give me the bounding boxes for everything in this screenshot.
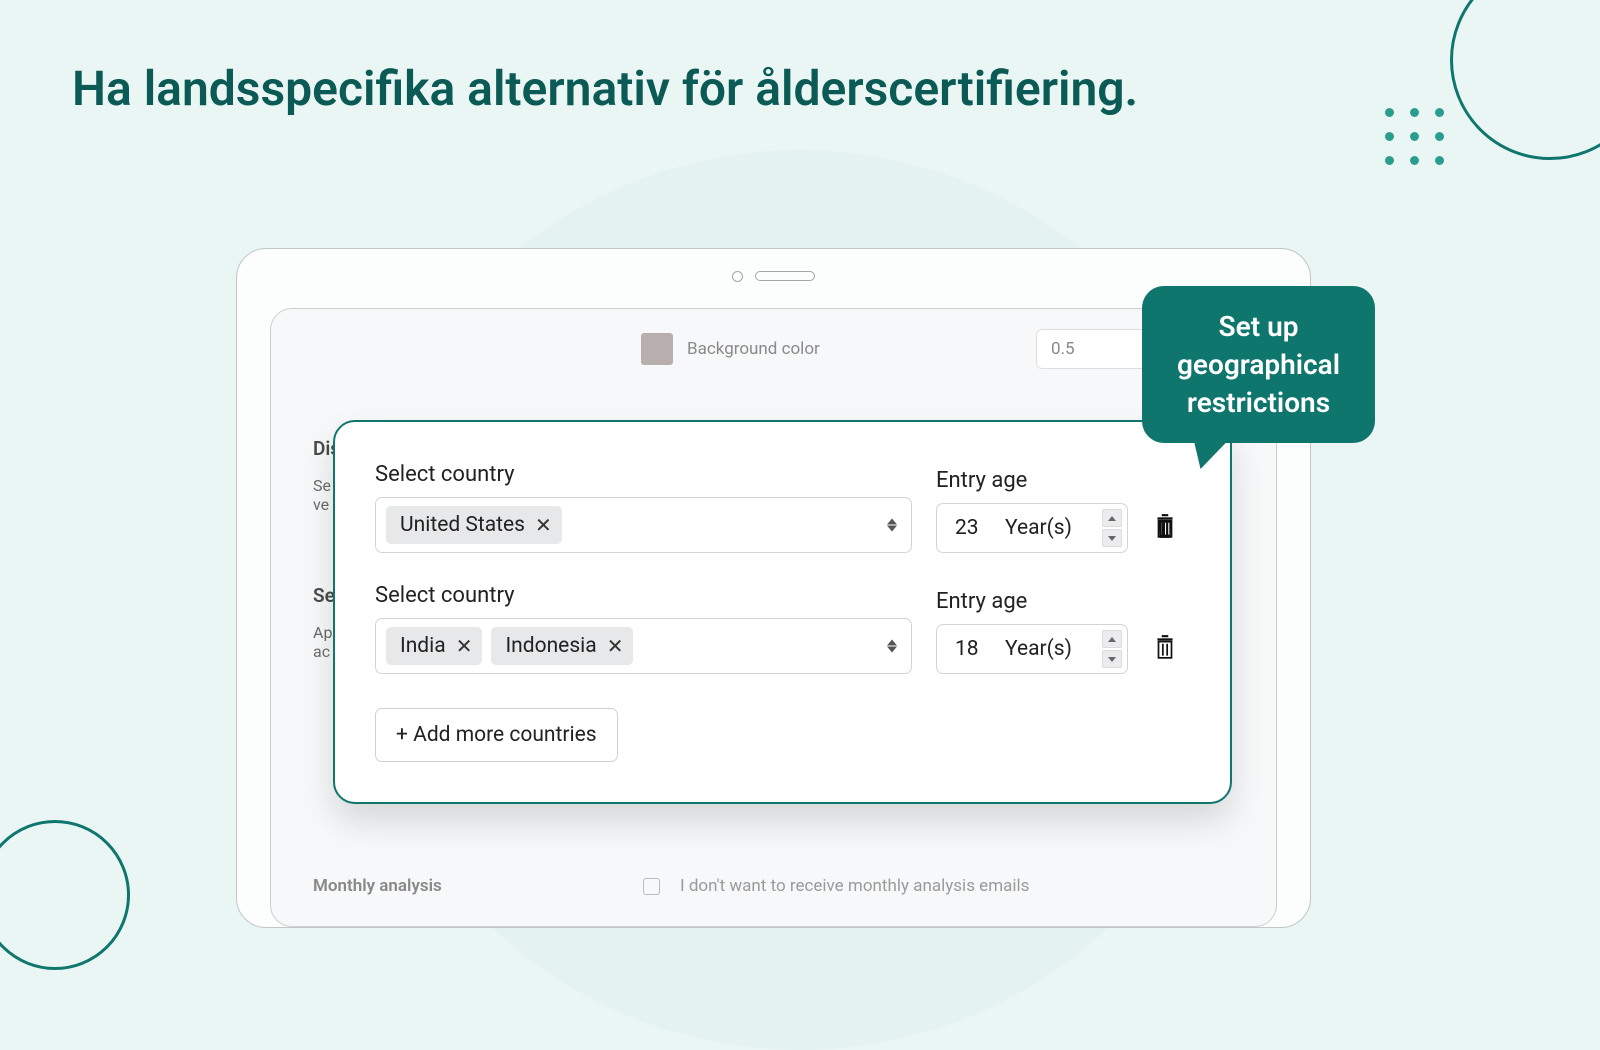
decorative-dot-grid — [1385, 108, 1445, 165]
color-swatch[interactable] — [641, 333, 673, 365]
settings-section-2-cropped: Se Ap ac — [313, 584, 335, 661]
monthly-analysis-title: Monthly analysis — [313, 876, 623, 896]
select-caret-icon — [887, 640, 897, 653]
age-stepper[interactable] — [1102, 630, 1122, 668]
monthly-analysis-row: Monthly analysis I don't want to receive… — [313, 876, 1234, 896]
select-country-label: Select country — [375, 583, 912, 608]
country-chip: India ✕ — [386, 627, 482, 665]
age-stepper[interactable] — [1102, 509, 1122, 547]
delete-row-button[interactable] — [1152, 634, 1182, 664]
country-select[interactable]: India ✕ Indonesia ✕ — [375, 618, 912, 674]
country-chip: Indonesia ✕ — [491, 627, 633, 665]
background-color-label: Background color — [687, 339, 820, 359]
restriction-row: Select country India ✕ Indonesia ✕ Entry… — [375, 583, 1182, 674]
country-select[interactable]: United States ✕ — [375, 497, 912, 553]
entry-age-input[interactable]: 18 Year(s) — [936, 624, 1128, 674]
decorative-circle-top-right — [1450, 0, 1600, 160]
geo-restriction-modal: Select country United States ✕ Entry age… — [333, 420, 1232, 804]
entry-age-label: Entry age — [936, 468, 1128, 493]
remove-chip-icon[interactable]: ✕ — [607, 636, 624, 656]
entry-age-label: Entry age — [936, 589, 1128, 614]
callout-bubble: Set up geographical restrictions — [1142, 286, 1375, 443]
decorative-circle-bottom-left — [0, 820, 130, 970]
restriction-row: Select country United States ✕ Entry age… — [375, 462, 1182, 553]
monthly-optout-checkbox[interactable] — [643, 878, 660, 895]
select-caret-icon — [887, 519, 897, 532]
delete-row-button[interactable] — [1152, 513, 1182, 543]
add-more-countries-button[interactable]: + Add more countries — [375, 708, 618, 762]
monthly-optout-label: I don't want to receive monthly analysis… — [680, 876, 1029, 896]
entry-age-input[interactable]: 23 Year(s) — [936, 503, 1128, 553]
remove-chip-icon[interactable]: ✕ — [456, 636, 473, 656]
select-country-label: Select country — [375, 462, 912, 487]
page-headline: Ha landsspecifika alternativ för åldersc… — [72, 60, 1138, 117]
remove-chip-icon[interactable]: ✕ — [535, 515, 552, 535]
country-chip: United States ✕ — [386, 506, 562, 544]
